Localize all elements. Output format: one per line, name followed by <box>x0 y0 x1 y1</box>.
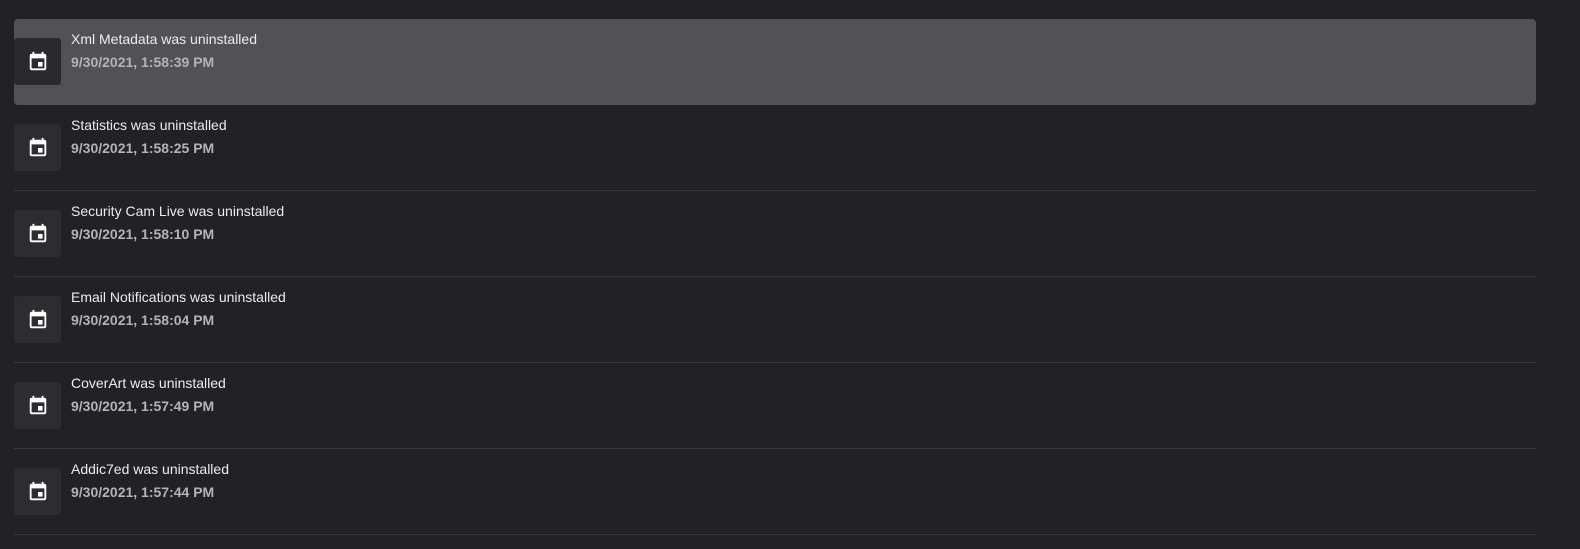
list-item[interactable]: CoverArt was uninstalled 9/30/2021, 1:57… <box>14 363 1536 449</box>
item-title: CoverArt was uninstalled <box>71 375 226 391</box>
item-title: Email Notifications was uninstalled <box>71 289 286 305</box>
list-item[interactable]: Security Cam Live was uninstalled 9/30/2… <box>14 191 1536 277</box>
item-timestamp: 9/30/2021, 1:58:39 PM <box>71 54 215 70</box>
item-timestamp: 9/30/2021, 1:58:10 PM <box>71 226 215 242</box>
item-timestamp: 9/30/2021, 1:58:25 PM <box>71 140 215 156</box>
list-item[interactable]: Xml Metadata was uninstalled 9/30/2021, … <box>14 19 1536 105</box>
list-item[interactable]: Email Notifications was uninstalled 9/30… <box>14 277 1536 363</box>
list-item[interactable]: Statistics was uninstalled 9/30/2021, 1:… <box>14 105 1536 191</box>
item-title: Addic7ed was uninstalled <box>71 461 229 477</box>
activity-log-list: Xml Metadata was uninstalled 9/30/2021, … <box>14 19 1536 535</box>
item-timestamp: 9/30/2021, 1:57:44 PM <box>71 484 215 500</box>
event-icon <box>14 38 61 85</box>
item-timestamp: 9/30/2021, 1:57:49 PM <box>71 398 215 414</box>
item-title: Security Cam Live was uninstalled <box>71 203 285 219</box>
event-icon <box>14 382 61 429</box>
event-icon <box>14 124 61 171</box>
event-icon <box>14 296 61 343</box>
list-item[interactable]: Addic7ed was uninstalled 9/30/2021, 1:57… <box>14 449 1536 535</box>
item-title: Xml Metadata was uninstalled <box>71 31 257 47</box>
item-title: Statistics was uninstalled <box>71 117 227 133</box>
event-icon <box>14 468 61 515</box>
event-icon <box>14 210 61 257</box>
item-timestamp: 9/30/2021, 1:58:04 PM <box>71 312 215 328</box>
